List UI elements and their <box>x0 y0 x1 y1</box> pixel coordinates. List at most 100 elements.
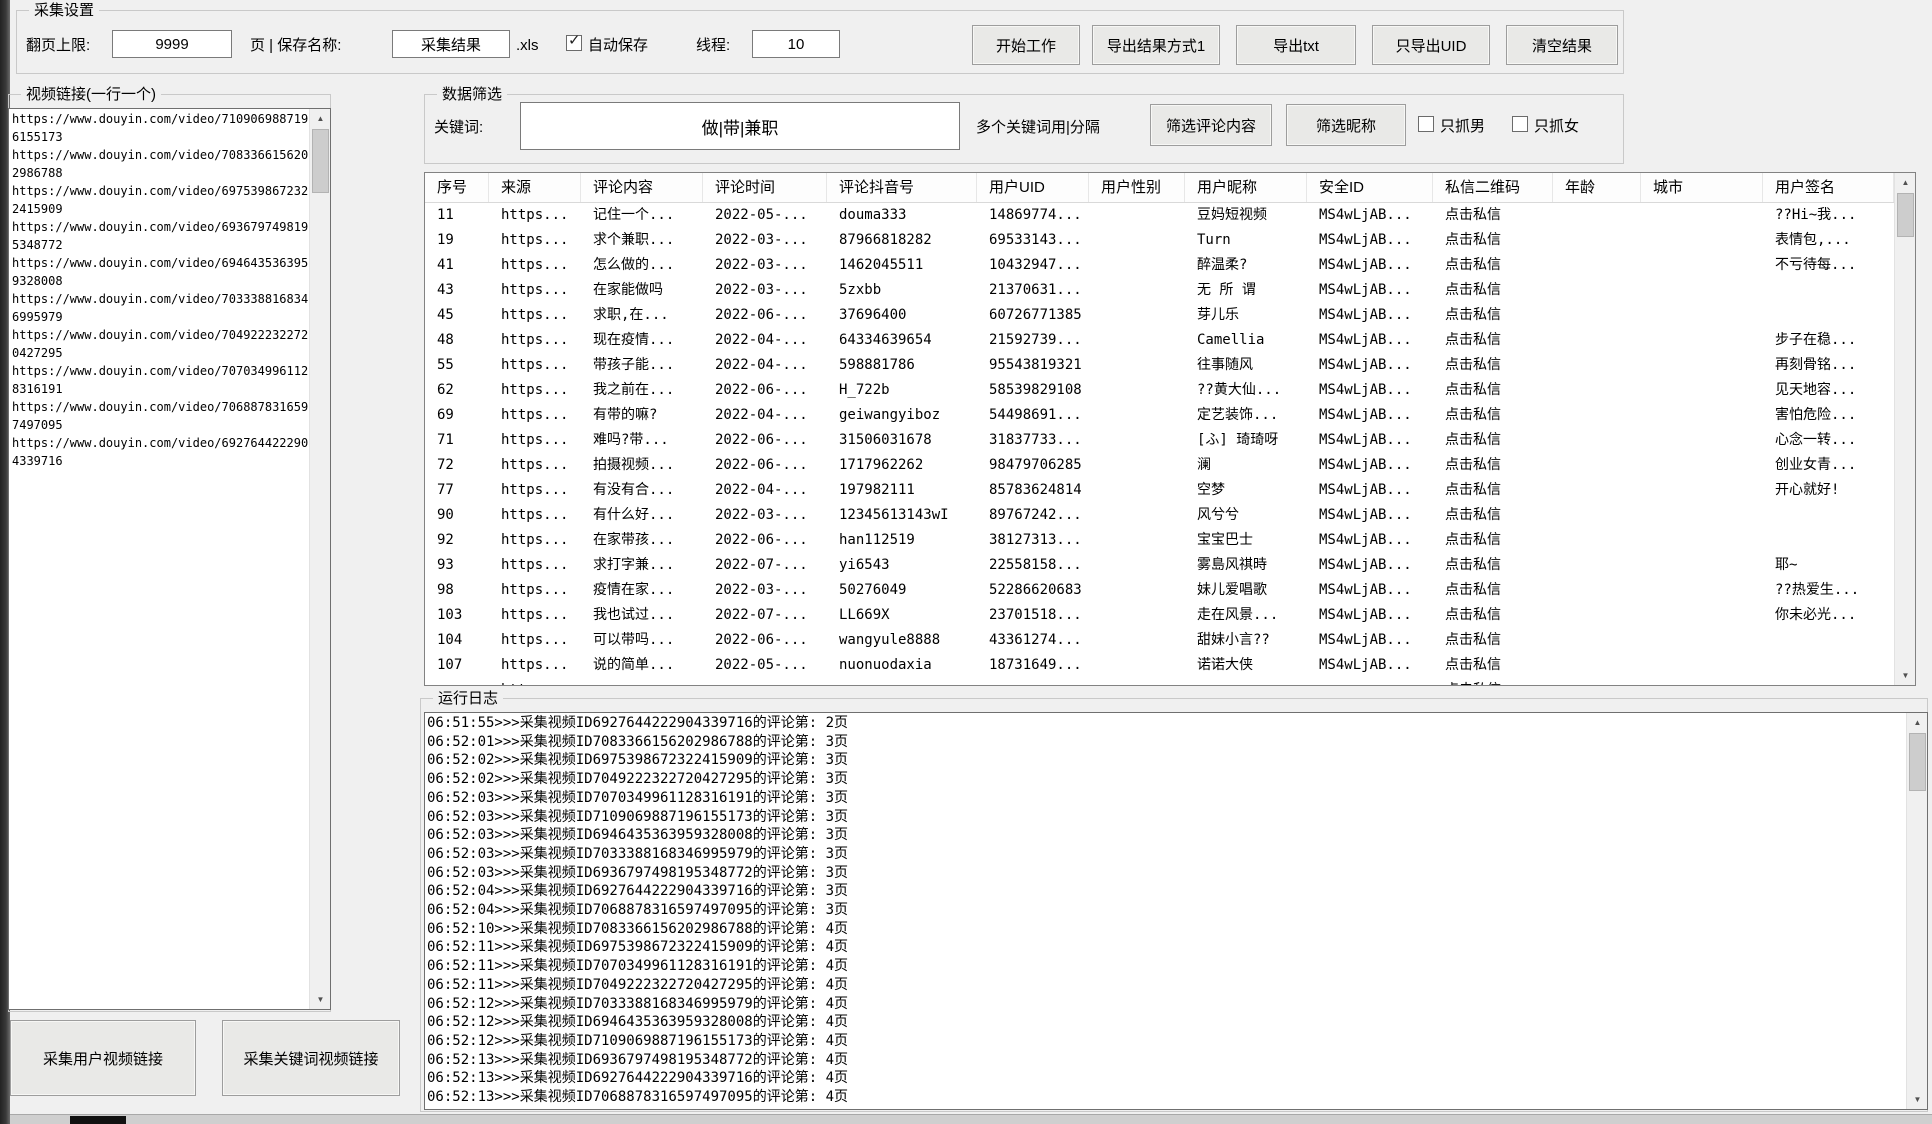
table-row[interactable]: 98https...疫情在家...2022-03-...502760495228… <box>425 578 1894 603</box>
column-header[interactable]: 年龄 <box>1553 173 1641 202</box>
table-cell: 22558158... <box>977 553 1089 578</box>
table-row[interactable]: 71https...难吗?带...2022-06-...315060316783… <box>425 428 1894 453</box>
table-cell: 38127313... <box>977 528 1089 553</box>
table-row[interactable]: https.........点击私信 <box>425 678 1894 685</box>
scroll-up-icon[interactable]: ▲ <box>310 109 331 128</box>
column-header[interactable]: 用户昵称 <box>1185 173 1307 202</box>
column-header[interactable]: 城市 <box>1641 173 1763 202</box>
table-cell: 43 <box>425 278 489 303</box>
column-header[interactable]: 评论抖音号 <box>827 173 977 202</box>
keyword-input[interactable]: 做|带|兼职 <box>520 102 960 150</box>
table-cell: 11 <box>425 203 489 228</box>
table-cell: 87966818282 <box>827 228 977 253</box>
table-cell <box>1553 503 1641 528</box>
table-scrollbar[interactable]: ▲ ▼ <box>1894 173 1915 685</box>
table-cell: 拍摄视频... <box>581 453 703 478</box>
table-row[interactable]: 77https...有没有合...2022-04-...197982111857… <box>425 478 1894 503</box>
thread-input[interactable]: 10 <box>752 30 840 58</box>
column-header[interactable]: 来源 <box>489 173 581 202</box>
table-row[interactable]: 43https...在家能做吗2022-03-...5zxbb21370631.… <box>425 278 1894 303</box>
table-row[interactable]: 72https...拍摄视频...2022-06-...171796226298… <box>425 453 1894 478</box>
column-header[interactable]: 评论内容 <box>581 173 703 202</box>
table-cell: nuonuodaxia <box>827 653 977 678</box>
table-row[interactable]: 93https...求打字兼...2022-07-...yi6543225581… <box>425 553 1894 578</box>
column-header[interactable]: 私信二维码 <box>1433 173 1553 202</box>
table-cell <box>1553 353 1641 378</box>
column-header[interactable]: 用户性别 <box>1089 173 1185 202</box>
table-row[interactable]: 55https...带孩子能...2022-04-...598881786955… <box>425 353 1894 378</box>
table-cell <box>1641 603 1763 628</box>
table-row[interactable]: 103https...我也试过...2022-07-...LL669X23701… <box>425 603 1894 628</box>
table-row[interactable]: 48https...现在疫情...2022-04-...643346396542… <box>425 328 1894 353</box>
table-cell: 55 <box>425 353 489 378</box>
log-scrollbar-thumb[interactable] <box>1909 733 1926 791</box>
video-link: https://www.douyin.com/video/71090698871… <box>12 110 310 146</box>
table-cell: MS4wLjAB... <box>1307 428 1433 453</box>
table-row[interactable]: 19https...求个兼职...2022-03-...879668182826… <box>425 228 1894 253</box>
scroll-up-icon[interactable]: ▲ <box>1907 713 1928 732</box>
table-row[interactable]: 11https...记住一个...2022-05-...douma3331486… <box>425 203 1894 228</box>
table-row[interactable]: 62https...我之前在...2022-06-...H_722b585398… <box>425 378 1894 403</box>
start-work-button[interactable]: 开始工作 <box>972 25 1080 65</box>
autosave-checkbox[interactable]: ✓ <box>566 35 582 51</box>
collect-user-videos-button[interactable]: 采集用户视频链接 <box>10 1020 196 1096</box>
table-cell: 2022-07-... <box>703 553 827 578</box>
table-cell <box>1089 653 1185 678</box>
table-cell: 43361274... <box>977 628 1089 653</box>
filter-nickname-button[interactable]: 筛选昵称 <box>1286 104 1406 146</box>
log-textarea[interactable]: 06:51:55>>>采集视频ID6927644222904339716的评论第… <box>424 712 1928 1110</box>
log-line: 06:52:03>>>采集视频ID7033388168346995979的评论第… <box>427 845 1904 864</box>
log-line: 06:52:12>>>采集视频ID7033388168346995979的评论第… <box>427 995 1904 1014</box>
export-result-button[interactable]: 导出结果方式1 <box>1092 25 1220 65</box>
table-cell: MS4wLjAB... <box>1307 203 1433 228</box>
collect-keyword-videos-button[interactable]: 采集关键词视频链接 <box>222 1020 400 1096</box>
table-cell: yi6543 <box>827 553 977 578</box>
table-cell: 点击私信 <box>1433 228 1553 253</box>
table-scrollbar-thumb[interactable] <box>1897 193 1914 237</box>
table-cell <box>1089 253 1185 278</box>
clear-results-button[interactable]: 清空结果 <box>1506 25 1618 65</box>
table-row[interactable]: 107https...说的简单...2022-05-...nuonuodaxia… <box>425 653 1894 678</box>
table-row[interactable]: 45https...求职,在...2022-06-...376964006072… <box>425 303 1894 328</box>
log-scrollbar[interactable]: ▲ ▼ <box>1906 713 1927 1109</box>
male-only-checkbox[interactable] <box>1418 116 1434 132</box>
female-only-checkbox[interactable] <box>1512 116 1528 132</box>
table-cell <box>1089 528 1185 553</box>
table-cell: 怎么做的... <box>581 253 703 278</box>
column-header[interactable]: 安全ID <box>1307 173 1433 202</box>
table-cell <box>1089 628 1185 653</box>
autosave-label: 自动保存 <box>588 36 648 56</box>
table-row[interactable]: 104https...可以带吗...2022-06-...wangyule888… <box>425 628 1894 653</box>
filter-comment-button[interactable]: 筛选评论内容 <box>1150 104 1272 146</box>
scroll-down-icon[interactable]: ▼ <box>1907 1090 1928 1109</box>
column-header[interactable]: 用户UID <box>977 173 1089 202</box>
page-limit-input[interactable]: 9999 <box>112 30 232 58</box>
table-cell: 12345613143wI <box>827 503 977 528</box>
video-links-textarea[interactable]: https://www.douyin.com/video/71090698871… <box>8 108 331 1010</box>
table-cell: Camellia <box>1185 328 1307 353</box>
column-header[interactable]: 用户签名 <box>1763 173 1894 202</box>
scroll-up-icon[interactable]: ▲ <box>1895 173 1916 192</box>
column-header[interactable]: 序号 <box>425 173 489 202</box>
save-name-input[interactable]: 采集结果 <box>392 30 510 58</box>
export-uid-button[interactable]: 只导出UID <box>1372 25 1490 65</box>
table-cell: 52286620683 <box>977 578 1089 603</box>
export-txt-button[interactable]: 导出txt <box>1236 25 1356 65</box>
table-cell <box>1553 203 1641 228</box>
table-cell: 598881786 <box>827 353 977 378</box>
table-cell: 2022-06-... <box>703 628 827 653</box>
links-scrollbar-thumb[interactable] <box>312 129 329 193</box>
table-row[interactable]: 92https...在家带孩...2022-06-...han112519381… <box>425 528 1894 553</box>
links-scrollbar[interactable]: ▲ ▼ <box>309 109 330 1009</box>
table-row[interactable]: 41https...怎么做的...2022-03-...146204551110… <box>425 253 1894 278</box>
table-cell: MS4wLjAB... <box>1307 303 1433 328</box>
scroll-down-icon[interactable]: ▼ <box>1895 666 1916 685</box>
scroll-down-icon[interactable]: ▼ <box>310 990 331 1009</box>
column-header[interactable]: 评论时间 <box>703 173 827 202</box>
table-cell: 71 <box>425 428 489 453</box>
table-row[interactable]: 69https...有带的嘛?2022-04-...geiwangyiboz54… <box>425 403 1894 428</box>
table-cell: https... <box>489 203 581 228</box>
video-links-text: https://www.douyin.com/video/71090698871… <box>12 110 310 470</box>
log-line: 06:51:55>>>采集视频ID6927644222904339716的评论第… <box>427 714 1904 733</box>
table-row[interactable]: 90https...有什么好...2022-03-...12345613143w… <box>425 503 1894 528</box>
